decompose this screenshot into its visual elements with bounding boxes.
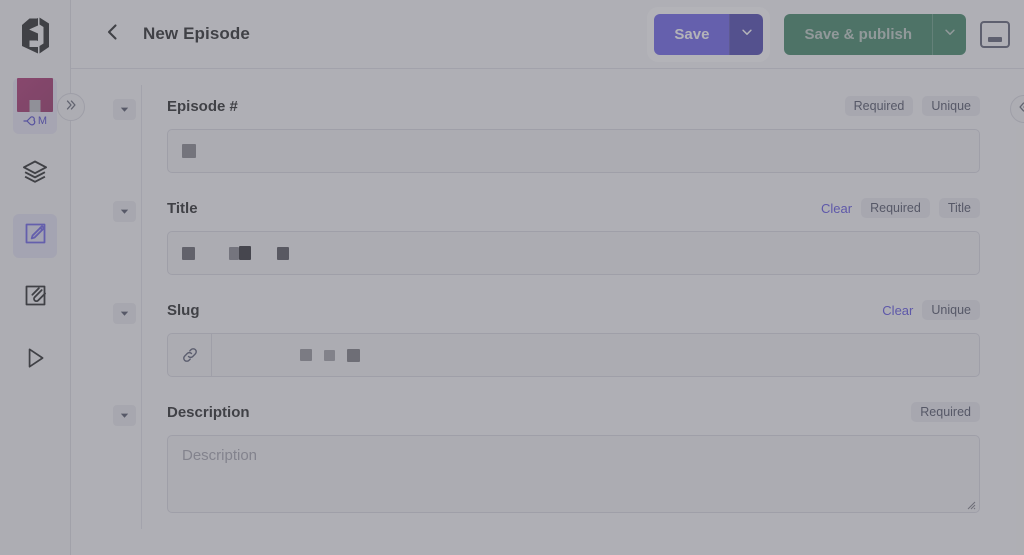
field-collapse-toggle[interactable]: [113, 99, 136, 120]
redacted-value: [347, 349, 360, 362]
workspace-switcher[interactable]: M: [13, 78, 57, 134]
field-header: Episode # Required Unique: [167, 95, 980, 117]
field-header: Slug Clear Unique: [167, 299, 980, 321]
workspace-branch-label: M: [23, 115, 47, 127]
status-badge: Unique: [922, 300, 980, 321]
panel-layout-toggle[interactable]: [980, 21, 1010, 48]
status-badge: Required: [911, 402, 980, 423]
chevron-down-icon: [740, 25, 754, 44]
page-title: New Episode: [143, 24, 250, 44]
field-badges: Required Unique: [845, 96, 980, 117]
studio-window: M: [0, 0, 1024, 555]
field-header: Title Clear Required Title: [167, 197, 980, 219]
sanity-logo-icon[interactable]: [9, 10, 61, 62]
field-label: Slug: [167, 302, 200, 319]
compose-edit-icon: [22, 220, 49, 252]
sidebar-item-content-structure[interactable]: [13, 152, 57, 196]
redacted-value: [324, 350, 335, 361]
slug-input[interactable]: [167, 333, 980, 377]
save-and-publish-split-button[interactable]: Save & publish: [784, 14, 966, 55]
field-collapse-toggle[interactable]: [113, 405, 136, 426]
attachment-edit-icon: [22, 282, 49, 314]
status-badge: Unique: [922, 96, 980, 117]
description-placeholder: Description: [182, 447, 257, 464]
save-button[interactable]: Save: [654, 14, 729, 55]
field-collapse-toggle[interactable]: [113, 201, 136, 222]
save-and-publish-button[interactable]: Save & publish: [784, 14, 932, 55]
chevron-down-icon: [119, 410, 130, 421]
header-actions: Save Save & publish: [647, 7, 1010, 62]
field-collapse-toggle[interactable]: [113, 303, 136, 324]
document-form: Episode # Required Unique: [71, 69, 1024, 513]
save-dropdown-button[interactable]: [729, 14, 763, 55]
chevrons-right-icon: [64, 98, 78, 117]
publish-dropdown-button[interactable]: [932, 14, 966, 55]
status-badge: Required: [845, 96, 914, 117]
field-title: Title Clear Required Title: [167, 197, 980, 275]
field-divider: [141, 289, 142, 393]
save-button-focus-ring: Save: [647, 7, 770, 62]
sidebar-item-media-attachments[interactable]: [13, 276, 57, 320]
field-divider: [141, 187, 142, 291]
rail-expand-button[interactable]: [57, 93, 85, 121]
status-badge: Required: [861, 198, 930, 219]
chevron-down-icon: [943, 25, 957, 44]
episode-number-input[interactable]: [167, 129, 980, 173]
chevron-down-icon: [119, 206, 130, 217]
field-divider: [141, 391, 142, 529]
slug-value: [222, 349, 360, 362]
field-label: Description: [167, 404, 250, 421]
chevrons-left-icon: [1017, 100, 1024, 119]
workspace-logo-icon: [17, 78, 53, 112]
layers-icon: [21, 158, 49, 191]
document-form-pane: Episode # Required Unique: [71, 69, 1024, 555]
description-textarea[interactable]: Description: [167, 435, 980, 513]
play-triangle-icon: [22, 345, 48, 376]
status-badge: Title: [939, 198, 980, 219]
redacted-value: [277, 247, 289, 260]
save-split-button[interactable]: Save: [654, 14, 763, 55]
back-button[interactable]: [93, 14, 133, 54]
redacted-value: [182, 144, 196, 158]
clear-field-button[interactable]: Clear: [821, 201, 852, 216]
workspace-name: M: [38, 115, 47, 127]
field-divider: [141, 85, 142, 189]
document-header: New Episode Save Save & publish: [71, 0, 1024, 69]
field-badges: Clear Unique: [882, 300, 980, 321]
chevron-down-icon: [119, 104, 130, 115]
chevron-left-icon: [103, 22, 123, 47]
field-episode-number: Episode # Required Unique: [167, 95, 980, 173]
redacted-value: [182, 247, 195, 260]
field-slug: Slug Clear Unique: [167, 299, 980, 377]
field-header: Description Required: [167, 401, 980, 423]
field-badges: Required: [911, 402, 980, 423]
sidebar-item-compose-document[interactable]: [13, 214, 57, 258]
panel-layout-icon: [988, 37, 1002, 42]
link-icon: [168, 334, 212, 376]
redacted-value: [239, 246, 251, 260]
branch-merge-icon: [23, 115, 37, 127]
clear-field-button[interactable]: Clear: [882, 303, 913, 318]
redacted-value: [229, 247, 239, 260]
field-label: Episode #: [167, 98, 238, 115]
resize-handle-icon[interactable]: [964, 497, 976, 509]
navbar-rail: M: [0, 0, 71, 555]
chevron-down-icon: [119, 308, 130, 319]
field-badges: Clear Required Title: [821, 198, 980, 219]
sidebar-item-presentation-preview[interactable]: [13, 338, 57, 382]
redacted-value: [300, 349, 312, 361]
field-label: Title: [167, 200, 198, 217]
field-description: Description Required Description: [167, 401, 980, 513]
title-input[interactable]: [167, 231, 980, 275]
